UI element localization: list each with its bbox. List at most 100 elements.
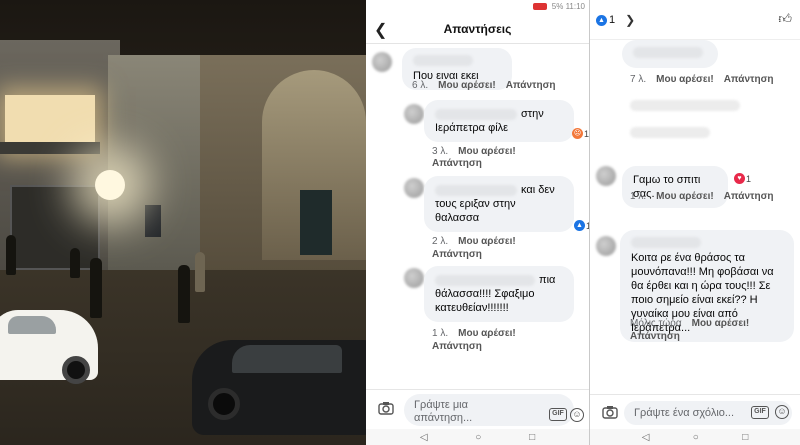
reply-link[interactable]: Απάντηση xyxy=(432,158,482,169)
reply-link[interactable]: Απάντηση xyxy=(432,249,482,260)
garage-gate xyxy=(10,185,100,270)
comment-bubble: πια θάλασσα!!!! Σφαξιμο κατευθείαν!!!!!!… xyxy=(424,266,574,322)
like-link[interactable]: Μου αρέσει! xyxy=(458,236,516,247)
building-middle xyxy=(108,55,203,270)
window xyxy=(145,205,161,237)
avatar[interactable] xyxy=(596,166,616,186)
reply-link[interactable]: Απάντηση xyxy=(630,331,680,342)
reply-placeholder-line: απάντηση... xyxy=(414,412,473,424)
balcony-rail xyxy=(0,142,100,154)
status-bar: 5% 11:10 xyxy=(366,0,589,14)
comment-time: 1 λ. xyxy=(432,328,449,339)
reaction-summary[interactable]: ▲ 1 xyxy=(574,220,589,231)
comment-time: 6 λ. xyxy=(412,80,429,91)
blurred-line xyxy=(630,100,740,111)
reaction-count: 1 xyxy=(746,173,752,184)
comment-meta: Απάντηση xyxy=(432,158,492,169)
person xyxy=(195,252,205,292)
reply-link[interactable]: Απάντηση xyxy=(724,191,774,202)
nav-back-icon[interactable]: ◁ xyxy=(642,432,650,443)
post-comments-panel: ▲ 1 ❯ 👍︎ 7 λ. Μου αρέσει! Απάντηση Γαμω το… xyxy=(590,0,800,445)
page-title: Απαντήσεις xyxy=(443,22,512,36)
reply-link[interactable]: Απάντηση xyxy=(724,74,774,85)
clock: 11:10 xyxy=(565,2,585,11)
blurred-name xyxy=(631,237,701,248)
avatar[interactable] xyxy=(404,268,424,288)
comment-text-line: Ιεράπετρα φίλε xyxy=(435,122,509,134)
post-header: ▲ 1 ❯ 👍︎ xyxy=(590,0,800,40)
camera-icon[interactable] xyxy=(378,400,394,416)
reaction-summary[interactable]: ☹ 1 xyxy=(572,128,589,139)
avatar[interactable] xyxy=(372,52,392,72)
white-car-window xyxy=(8,316,56,334)
nav-recents-icon[interactable]: □ xyxy=(529,432,535,443)
person xyxy=(178,265,190,323)
person xyxy=(70,248,80,278)
love-reaction-icon: ♥ xyxy=(734,173,745,184)
battery-level: 5% xyxy=(551,2,564,11)
comment-bubble: στην Ιεράπετρα φίλε xyxy=(424,100,574,142)
camera-icon[interactable] xyxy=(602,404,618,420)
thumbs-up-icon: ▲ xyxy=(574,220,585,231)
smile-icon[interactable]: ☺ xyxy=(775,405,789,419)
android-nav-bar: ◁ ○ □ xyxy=(366,429,589,445)
smile-icon[interactable]: ☺ xyxy=(570,408,584,422)
gif-icon[interactable]: GIF xyxy=(549,408,567,421)
comment-time: Μόλις τώρα xyxy=(630,318,682,329)
comment-text-line: στην xyxy=(521,108,544,120)
like-link[interactable]: Μου αρέσει! xyxy=(692,318,750,329)
comment-meta: 7 λ. Μου αρέσει! Απάντηση xyxy=(630,74,784,85)
nav-back-icon[interactable]: ◁ xyxy=(420,432,428,443)
gif-icon[interactable]: GIF xyxy=(751,406,769,419)
blurred-line xyxy=(630,127,710,138)
dark-car-wheel xyxy=(208,388,240,420)
nav-recents-icon[interactable]: □ xyxy=(742,432,748,443)
nav-home-icon[interactable]: ○ xyxy=(693,432,699,443)
comment-bubble xyxy=(622,40,718,68)
comment-meta: Απάντηση xyxy=(630,331,690,342)
replies-panel: 5% 11:10 ❮ Απαντήσεις Που ειναι εκει 6 λ… xyxy=(366,0,589,445)
comment-text-line: και δεν xyxy=(521,184,555,196)
replies-header: ❮ Απαντήσεις xyxy=(366,14,589,44)
comment-time: 1 λ. xyxy=(630,191,647,202)
thumbs-up-icon[interactable]: 👍︎ xyxy=(778,11,792,27)
comment-time: 3 λ. xyxy=(432,146,449,157)
blurred-text xyxy=(633,47,703,58)
thumbs-up-icon: ▲ xyxy=(596,14,607,26)
comment-text-line: θάλασσα!!!! Σφαξιμο xyxy=(435,288,535,300)
avatar[interactable] xyxy=(596,236,616,256)
avatar[interactable] xyxy=(404,104,424,124)
post-reaction-summary[interactable]: ▲ 1 ❯ xyxy=(596,13,635,27)
reply-link[interactable]: Απάντηση xyxy=(506,80,556,91)
reply-link[interactable]: Απάντηση xyxy=(432,341,482,352)
like-link[interactable]: Μου αρέσει! xyxy=(438,80,496,91)
comment-meta: Απάντηση xyxy=(432,249,492,260)
comment-time: 7 λ. xyxy=(630,74,647,85)
like-link[interactable]: Μου αρέσει! xyxy=(656,74,714,85)
blurred-name xyxy=(435,108,517,120)
comment-text-line: τους εριξαν στην xyxy=(435,198,516,210)
comment-meta: Μόλις τώρα Μου αρέσει! xyxy=(630,318,759,329)
android-nav-bar: ◁ ○ □ xyxy=(590,429,800,445)
nav-home-icon[interactable]: ○ xyxy=(475,432,481,443)
comment-meta: Απάντηση xyxy=(432,341,492,352)
angry-reaction-icon: ☹ xyxy=(572,128,583,139)
like-link[interactable]: Μου αρέσει! xyxy=(656,191,714,202)
blurred-name xyxy=(435,184,517,196)
reaction-total: 1 xyxy=(609,14,616,26)
reaction-summary[interactable]: ♥ 1 xyxy=(734,173,751,184)
person xyxy=(6,235,16,275)
blurred-name xyxy=(413,55,473,66)
night-street-photo xyxy=(0,0,366,445)
comment-text-line: θαλασσα xyxy=(435,212,480,224)
comment-time: 2 λ. xyxy=(432,236,449,247)
chevron-right-icon[interactable]: ❯ xyxy=(625,13,635,27)
like-link[interactable]: Μου αρέσει! xyxy=(458,146,516,157)
comment-composer: Γράψτε ένα σχόλιο... GIF ☺ xyxy=(590,394,800,430)
comment-meta: 2 λ. Μου αρέσει! xyxy=(432,236,526,247)
person xyxy=(90,258,102,318)
blurred-name xyxy=(435,274,535,286)
comment-text-line: κατευθείαν!!!!!!! xyxy=(435,302,509,314)
avatar[interactable] xyxy=(404,178,424,198)
like-link[interactable]: Μου αρέσει! xyxy=(458,328,516,339)
